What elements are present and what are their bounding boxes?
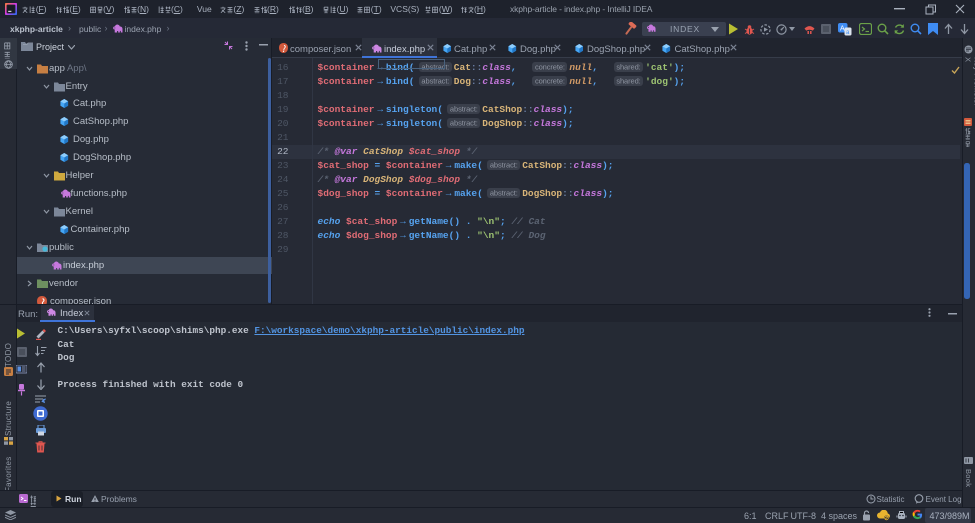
svg-text:A: A	[840, 25, 845, 32]
